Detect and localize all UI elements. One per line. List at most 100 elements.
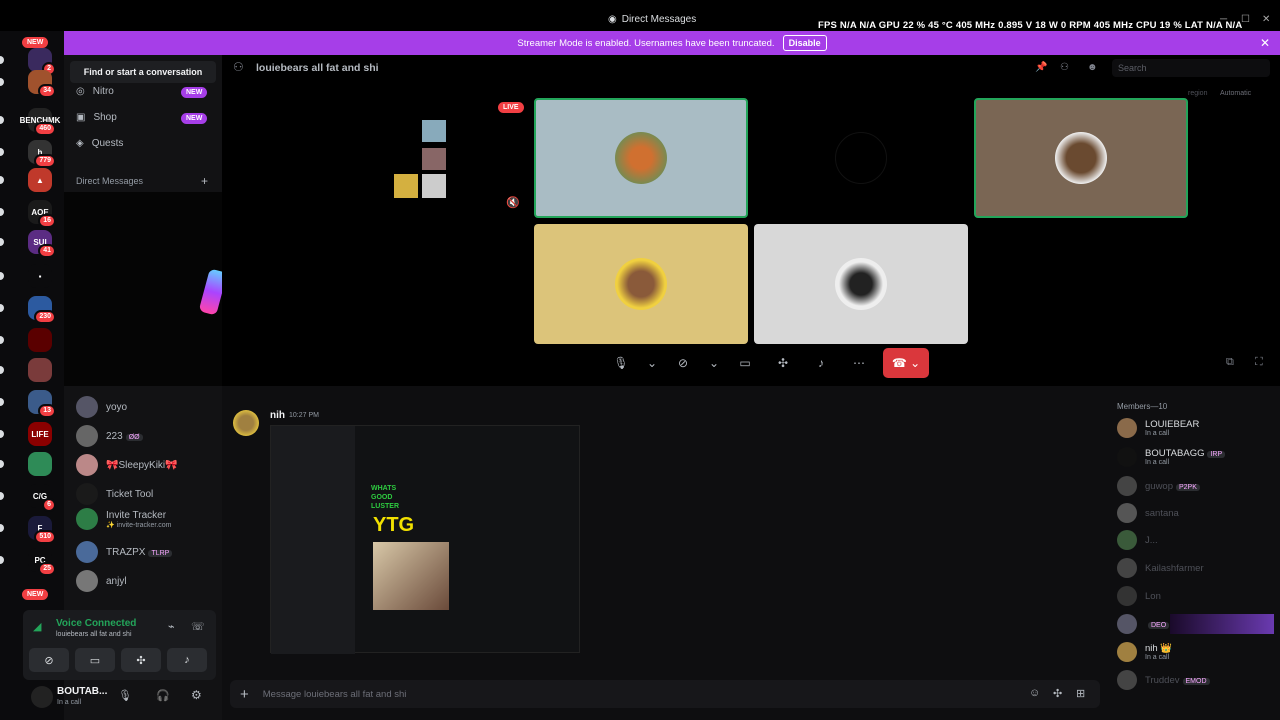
mini-tile bbox=[422, 120, 446, 142]
server-icon[interactable]: C/G 6 bbox=[28, 484, 56, 512]
attachment-text: WHATS GOOD LUSTER bbox=[371, 485, 399, 510]
participant-avatar bbox=[835, 258, 887, 310]
maximize-button[interactable]: ☐ bbox=[1241, 14, 1250, 25]
server-icon[interactable]: AOE 16 bbox=[28, 200, 56, 228]
server-icon[interactable]: PC 25 bbox=[28, 548, 56, 576]
participant-tile[interactable] bbox=[974, 98, 1188, 218]
member-item[interactable]: Truddev EMOD bbox=[1117, 670, 1210, 690]
participant-tile[interactable] bbox=[754, 98, 968, 218]
member-item[interactable]: J... bbox=[1117, 530, 1158, 550]
voice-connected-label[interactable]: Voice Connected bbox=[56, 618, 136, 629]
fullscreen-icon[interactable]: ⛶ bbox=[1255, 356, 1263, 369]
camera-button[interactable]: ⊘ bbox=[29, 648, 69, 672]
server-icon[interactable] bbox=[28, 358, 52, 382]
activities-button[interactable]: ✣ bbox=[121, 648, 161, 672]
camera-off-icon: ⊘ bbox=[677, 356, 689, 370]
member-tag: IRP bbox=[1207, 451, 1226, 458]
camera-toggle[interactable]: ⊘ bbox=[669, 349, 697, 377]
minimize-button[interactable]: ─ bbox=[1220, 14, 1227, 25]
server-icon[interactable]: 2 bbox=[28, 48, 56, 76]
dm-item[interactable]: Ticket Tool bbox=[76, 482, 153, 506]
dm-item[interactable]: yoyo bbox=[76, 395, 127, 419]
message-author[interactable]: nih bbox=[270, 410, 285, 421]
member-item[interactable]: nih 👑 In a call bbox=[1117, 642, 1172, 662]
message-avatar[interactable] bbox=[233, 410, 259, 436]
server-icon[interactable]: BENCHMK 460 bbox=[20, 108, 60, 136]
message-attachment[interactable]: WHATS GOOD LUSTER YTG bbox=[270, 425, 580, 654]
find-conversation-button[interactable]: Find or start a conversation bbox=[70, 61, 216, 83]
nav-quests[interactable]: ◈ Quests bbox=[76, 138, 123, 149]
member-item[interactable]: santana bbox=[1117, 503, 1179, 523]
headset-icon[interactable]: 🎧 bbox=[156, 689, 170, 702]
server-icon[interactable]: ▲ bbox=[28, 168, 52, 192]
search-input[interactable]: Search bbox=[1112, 59, 1270, 77]
mic-options[interactable]: ⌄ bbox=[645, 349, 659, 377]
server-icon[interactable]: 34 bbox=[28, 70, 56, 98]
members-icon[interactable]: ☻ bbox=[1087, 62, 1098, 73]
mic-icon[interactable]: 🎙 bbox=[118, 689, 132, 702]
camera-options[interactable]: ⌄ bbox=[707, 349, 721, 377]
stream-preview-mini[interactable] bbox=[394, 96, 454, 221]
user-avatar[interactable] bbox=[31, 686, 53, 708]
soundboard-button[interactable]: ♪ bbox=[167, 648, 207, 672]
dm-item[interactable]: TRAZPX TLRP bbox=[76, 540, 173, 564]
member-item[interactable]: BOUTABAGG IRP In a call bbox=[1117, 447, 1226, 467]
popout-icon[interactable]: ⧉ bbox=[1226, 356, 1234, 369]
apps-icon[interactable]: ✣ bbox=[1053, 687, 1062, 700]
server-icon[interactable]: LIFE bbox=[28, 422, 52, 446]
server-icon[interactable]: SUI 41 bbox=[28, 230, 56, 258]
voice-channel-name[interactable]: louiebears all fat and shi bbox=[56, 631, 132, 638]
server-icon[interactable]: h 779 bbox=[28, 140, 56, 168]
member-status: In a call bbox=[1145, 459, 1170, 466]
more-options[interactable]: ⋯ bbox=[845, 349, 873, 377]
add-friends-icon[interactable]: ⚇ bbox=[1060, 62, 1069, 73]
share-screen-toggle[interactable]: ▭ bbox=[731, 349, 759, 377]
attach-plus-button[interactable]: + bbox=[240, 686, 249, 703]
server-icon[interactable] bbox=[28, 328, 52, 352]
close-window-button[interactable]: ✕ bbox=[1262, 14, 1270, 25]
disconnect-icon[interactable]: ☏ bbox=[191, 620, 205, 633]
pin-icon[interactable]: 📌 bbox=[1035, 62, 1047, 73]
settings-gear-icon[interactable]: ⚙ bbox=[191, 688, 202, 702]
create-dm-button[interactable]: + bbox=[201, 174, 208, 188]
region-select[interactable]: Automatic bbox=[1220, 90, 1251, 97]
dm-item[interactable]: Invite Tracker ✨ invite-tracker.com bbox=[76, 507, 172, 531]
member-item[interactable]: Lon bbox=[1117, 586, 1161, 606]
activities-toggle[interactable]: ✣ bbox=[769, 349, 797, 377]
nav-nitro[interactable]: ◎ Nitro bbox=[76, 86, 114, 97]
region-label: region bbox=[1188, 90, 1208, 97]
member-item[interactable]: LOUIEBEAR In a call bbox=[1117, 418, 1199, 438]
disable-button[interactable]: Disable bbox=[782, 35, 827, 51]
dm-name: Ticket Tool bbox=[106, 488, 154, 500]
nav-shop[interactable]: ▣ Shop bbox=[76, 112, 117, 123]
emoji-icon[interactable]: ☺ bbox=[1029, 687, 1040, 699]
unread-badge: 510 bbox=[34, 530, 56, 544]
participant-tile[interactable] bbox=[534, 224, 748, 344]
noise-suppression-icon[interactable]: ⌁ bbox=[168, 620, 175, 633]
server-icon[interactable]: 13 bbox=[28, 390, 56, 418]
member-item[interactable]: guwop P2PK bbox=[1117, 476, 1200, 496]
member-item[interactable]: DEO bbox=[1117, 614, 1170, 634]
server-icon[interactable] bbox=[28, 452, 52, 476]
end-call-button[interactable]: ☎ ⌄ bbox=[883, 348, 929, 378]
dm-item[interactable]: 223 ØØ bbox=[76, 424, 143, 448]
mini-tile bbox=[422, 148, 446, 170]
message-input[interactable]: Message louiebears all fat and shi bbox=[263, 689, 407, 700]
participant-tile[interactable] bbox=[534, 98, 748, 218]
shop-new-badge: NEW bbox=[181, 113, 208, 124]
soundboard-toggle[interactable]: ♪ bbox=[807, 349, 835, 377]
participant-tile[interactable] bbox=[754, 224, 968, 344]
mute-stream-icon[interactable]: 🔇 bbox=[506, 196, 520, 209]
message-composer[interactable]: + Message louiebears all fat and shi ☺ ✣… bbox=[230, 680, 1100, 708]
close-banner-button[interactable]: ✕ bbox=[1260, 36, 1270, 50]
dm-item[interactable]: 🎀SleepyKiki🎀 bbox=[76, 453, 178, 477]
member-item[interactable]: Kailashfarmer bbox=[1117, 558, 1204, 578]
mic-toggle[interactable]: 🎙 bbox=[607, 349, 635, 377]
server-icon[interactable]: ▪ bbox=[28, 264, 52, 288]
server-icon[interactable]: 230 bbox=[28, 296, 56, 324]
server-icon[interactable]: F 510 bbox=[28, 516, 56, 544]
gift-icon[interactable]: ⊞ bbox=[1076, 687, 1085, 700]
dm-item[interactable]: anjyl bbox=[76, 569, 127, 593]
voice-panel: ◢ Voice Connected louiebears all fat and… bbox=[23, 610, 216, 680]
screen-share-button[interactable]: ▭ bbox=[75, 648, 115, 672]
